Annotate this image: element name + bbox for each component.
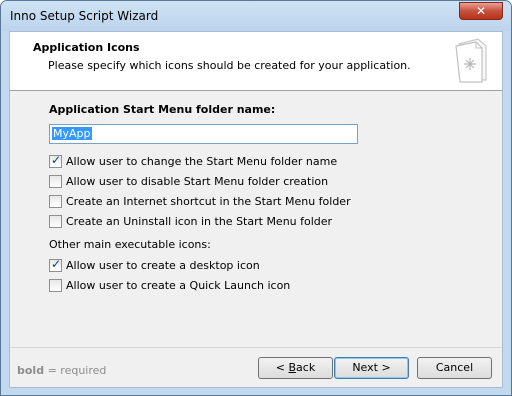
back-button[interactable]: < Back xyxy=(258,357,333,379)
legend-text: = required xyxy=(44,364,107,377)
required-legend: bold = required xyxy=(17,364,106,377)
wizard-header: Application Icons Please specify which i… xyxy=(10,32,502,91)
back-label-rest: ack xyxy=(296,361,316,374)
checkbox-box[interactable] xyxy=(49,214,62,228)
wizard-window: Inno Setup Script Wizard ✕ Application I… xyxy=(0,0,512,396)
checkbox-internet-shortcut[interactable]: Create an Internet shortcut in the Start… xyxy=(49,193,351,209)
checkbox-box[interactable] xyxy=(49,278,62,292)
wizard-client: Application Icons Please specify which i… xyxy=(9,31,503,388)
other-icons-label: Other main executable icons: xyxy=(49,238,211,251)
checkbox-label: Allow user to create a Quick Launch icon xyxy=(66,278,291,292)
checkbox-label: Create an Internet shortcut in the Start… xyxy=(66,194,351,208)
title-bar[interactable]: Inno Setup Script Wizard ✕ xyxy=(1,1,511,31)
checkbox-label: Create an Uninstall icon in the Start Me… xyxy=(66,214,333,228)
next-button[interactable]: Next > xyxy=(334,357,409,379)
close-icon: ✕ xyxy=(475,4,487,18)
cancel-button[interactable]: Cancel xyxy=(417,357,492,379)
close-button[interactable]: ✕ xyxy=(459,2,503,20)
checkbox-uninstall-icon[interactable]: Create an Uninstall icon in the Start Me… xyxy=(49,213,332,229)
checkbox-label: Allow user to disable Start Menu folder … xyxy=(66,174,329,188)
checkbox-desktop-icon[interactable]: Allow user to create a desktop icon xyxy=(49,257,260,273)
script-document-icon xyxy=(455,38,487,83)
back-accelerator: B xyxy=(288,361,297,374)
checkbox-label: Allow user to create a desktop icon xyxy=(66,258,260,272)
checkbox-change-folder[interactable]: Allow user to change the Start Menu fold… xyxy=(49,153,337,169)
footer-divider xyxy=(10,347,502,348)
legend-bold: bold xyxy=(17,364,45,377)
checkbox-box[interactable] xyxy=(49,174,62,188)
checkbox-disable-folder[interactable]: Allow user to disable Start Menu folder … xyxy=(49,173,328,189)
checkbox-box[interactable] xyxy=(49,194,62,208)
back-prefix: < xyxy=(275,361,289,374)
folder-name-input[interactable]: MyApp xyxy=(49,124,358,144)
checkbox-box[interactable] xyxy=(49,153,62,168)
checkbox-label: Allow user to change the Start Menu fold… xyxy=(66,154,338,168)
page-title: Application Icons xyxy=(33,41,140,54)
checkbox-quick-launch[interactable]: Allow user to create a Quick Launch icon xyxy=(49,277,290,293)
window-title: Inno Setup Script Wizard xyxy=(10,9,159,23)
page-subtitle: Please specify which icons should be cre… xyxy=(48,59,411,72)
folder-name-value: MyApp xyxy=(52,127,92,140)
checkbox-box[interactable] xyxy=(49,257,62,272)
folder-name-label: Application Start Menu folder name: xyxy=(49,103,276,116)
